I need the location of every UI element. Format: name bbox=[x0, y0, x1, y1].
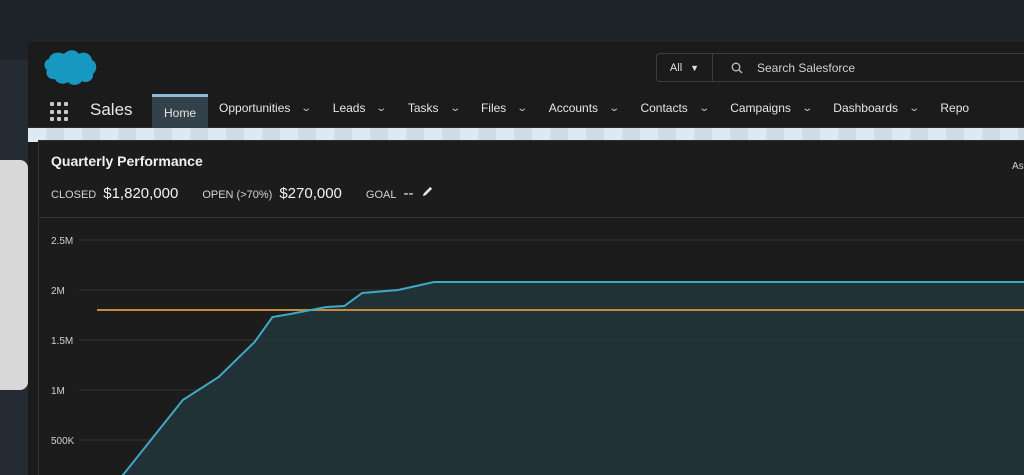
closed-label: CLOSED bbox=[51, 189, 97, 201]
tab-accounts[interactable]: Accounts ⌄ bbox=[538, 88, 630, 128]
app-name: Sales bbox=[90, 100, 133, 119]
tab-contacts[interactable]: Contacts ⌄ bbox=[629, 88, 719, 128]
closed-value: $1,820,000 bbox=[103, 185, 179, 202]
tab-tasks[interactable]: Tasks ⌄ bbox=[397, 88, 470, 128]
tab-label: Tasks bbox=[407, 101, 439, 115]
quarterly-performance-card: Quarterly Performance As CLOSED $1,820,0… bbox=[38, 140, 1024, 475]
y-tick-label: 2.5M bbox=[51, 236, 73, 247]
y-tick-label: 2M bbox=[51, 286, 65, 297]
open-label: OPEN (>70%) bbox=[202, 189, 273, 201]
tab-repo[interactable]: Repo bbox=[929, 88, 980, 128]
chart-svg: 2.5M 2M 1.5M 1M 500K bbox=[51, 236, 1024, 475]
chevron-down-icon[interactable]: ⌄ bbox=[376, 103, 388, 114]
search-icon bbox=[731, 62, 743, 73]
tab-label: Dashboards bbox=[833, 101, 898, 115]
chevron-down-icon[interactable]: ⌄ bbox=[608, 103, 620, 114]
app-launcher-icon[interactable] bbox=[50, 102, 70, 122]
tab-dashboards[interactable]: Dashboards ⌄ bbox=[822, 88, 929, 128]
chevron-down-icon[interactable]: ⌄ bbox=[908, 103, 920, 114]
edit-pencil-icon[interactable] bbox=[421, 185, 434, 198]
tab-label: Leads bbox=[332, 101, 366, 115]
chevron-down-icon[interactable]: ⌄ bbox=[449, 103, 461, 114]
salesforce-cloud-logo[interactable] bbox=[40, 48, 98, 88]
tab-label: Repo bbox=[940, 101, 970, 115]
chevron-down-icon[interactable]: ⌄ bbox=[698, 103, 710, 114]
nav-tabs: Home Opportunities ⌄ Leads ⌄ Tasks ⌄ Files ⌄ Acco… bbox=[152, 88, 980, 128]
salesforce-app: All ▼ Search Salesforce Sales Home Opport… bbox=[28, 42, 1024, 475]
tab-campaigns[interactable]: Campaigns ⌄ bbox=[719, 88, 822, 128]
tab-leads[interactable]: Leads ⌄ bbox=[322, 88, 397, 128]
performance-metrics: CLOSED $1,820,000 OPEN (>70%) $270,000 G… bbox=[51, 185, 434, 202]
goal-value: -- bbox=[403, 185, 414, 202]
performance-chart: 2.5M 2M 1.5M 1M 500K bbox=[39, 218, 1024, 475]
tab-label: Files bbox=[480, 101, 507, 115]
caret-down-icon: ▼ bbox=[690, 62, 700, 73]
tab-opportunities[interactable]: Opportunities ⌄ bbox=[208, 88, 322, 128]
search-input[interactable]: Search Salesforce bbox=[713, 54, 1024, 81]
y-tick-label: 1M bbox=[51, 386, 65, 397]
tab-label: Opportunities bbox=[219, 101, 291, 115]
tab-label: Campaigns bbox=[730, 101, 791, 115]
navigation-bar: Sales Home Opportunities ⌄ Leads ⌄ Tasks ⌄ File… bbox=[28, 88, 1024, 128]
chevron-down-icon[interactable]: ⌄ bbox=[301, 103, 313, 114]
tab-label: Home bbox=[164, 105, 197, 120]
search-scope-dropdown[interactable]: All ▼ bbox=[657, 54, 713, 81]
card-corner-text: As bbox=[1012, 161, 1024, 172]
tab-home[interactable]: Home bbox=[152, 94, 209, 128]
card-title: Quarterly Performance bbox=[51, 153, 203, 169]
global-search: All ▼ Search Salesforce bbox=[656, 53, 1024, 82]
search-scope-label: All bbox=[669, 61, 683, 74]
chevron-down-icon[interactable]: ⌄ bbox=[517, 103, 529, 114]
global-header: All ▼ Search Salesforce bbox=[28, 42, 1024, 88]
background-card bbox=[0, 160, 28, 390]
goal-label: GOAL bbox=[365, 189, 397, 201]
chevron-down-icon[interactable]: ⌄ bbox=[801, 103, 813, 114]
y-tick-label: 500K bbox=[51, 436, 75, 447]
tab-files[interactable]: Files ⌄ bbox=[470, 88, 538, 128]
open-value: $270,000 bbox=[279, 185, 342, 202]
search-placeholder: Search Salesforce bbox=[757, 60, 856, 75]
tab-label: Accounts bbox=[548, 101, 599, 115]
y-tick-label: 1.5M bbox=[51, 336, 73, 347]
tab-label: Contacts bbox=[640, 101, 688, 115]
